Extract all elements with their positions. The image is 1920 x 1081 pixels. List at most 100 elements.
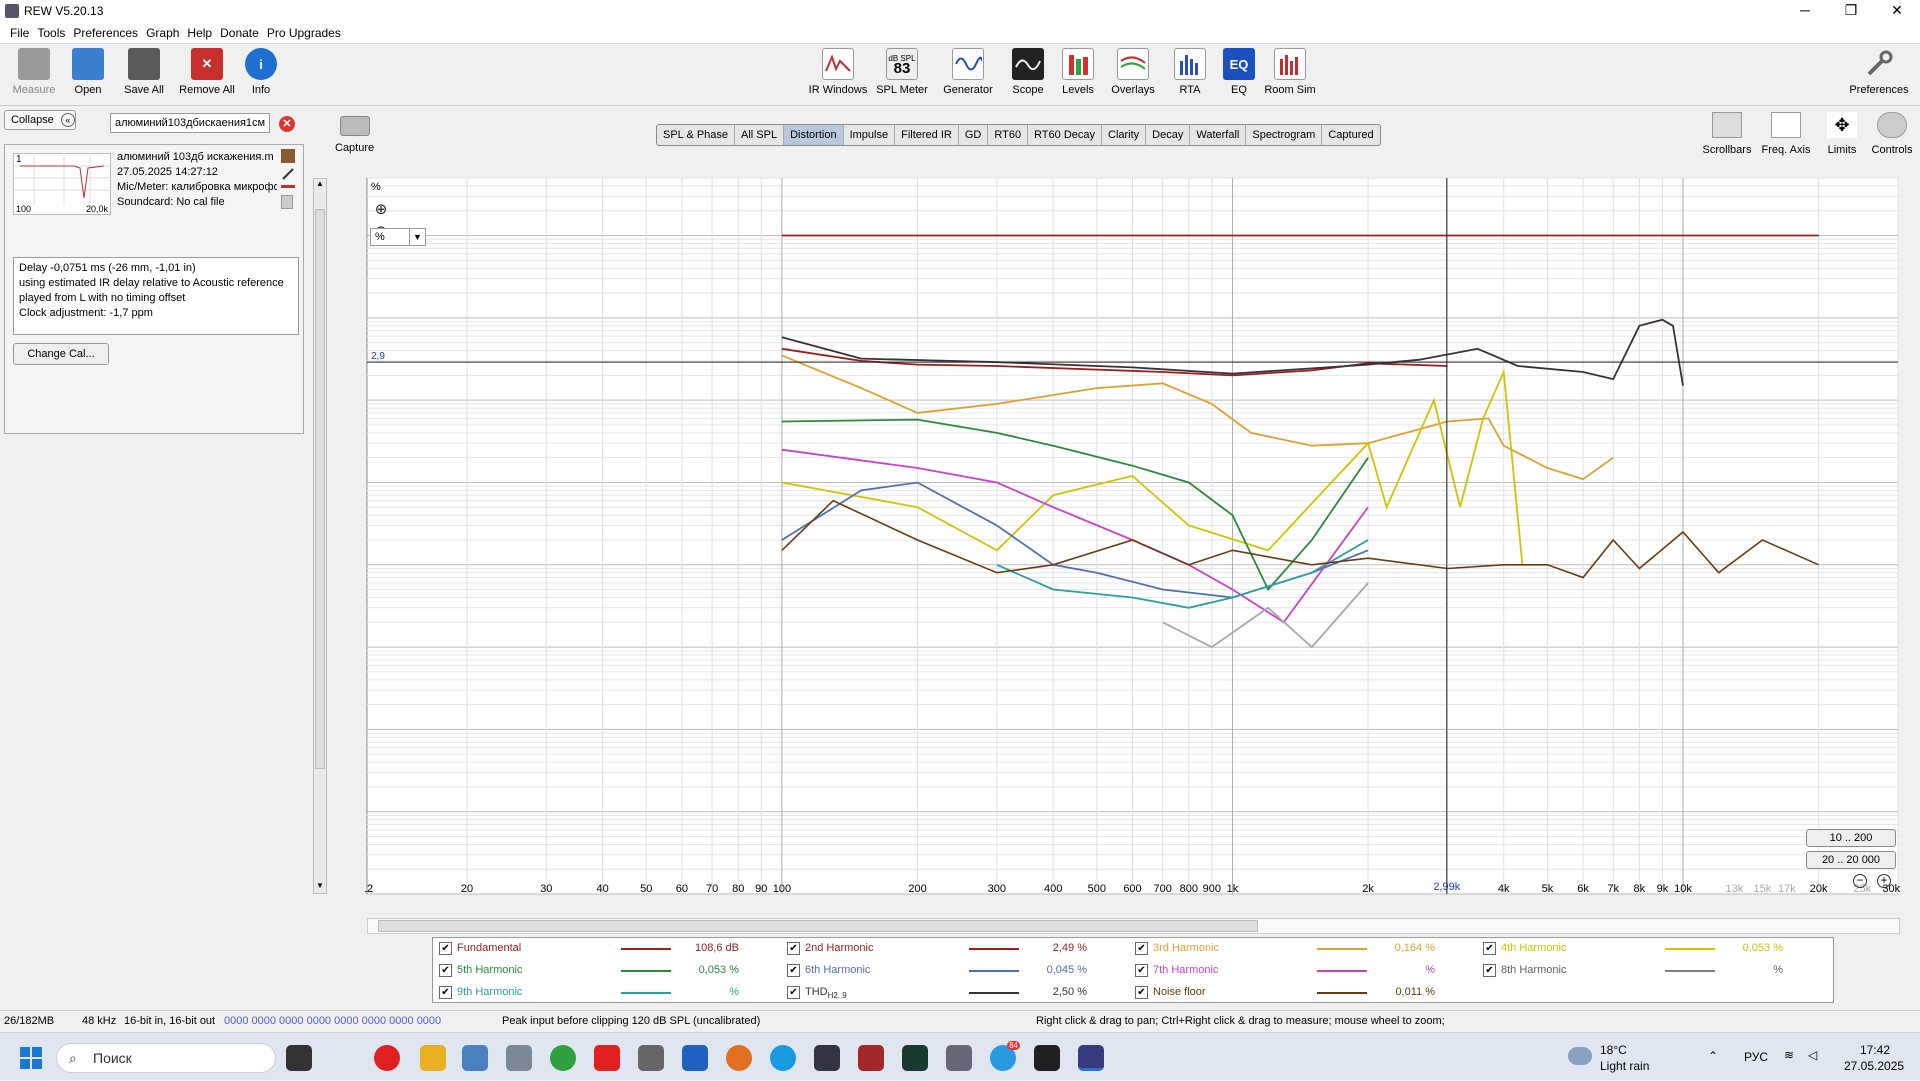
delete-measurement-icon[interactable]: ✕ xyxy=(279,116,295,132)
wifi-icon[interactable]: ≋ xyxy=(1784,1048,1794,1062)
taskbar-search-input[interactable]: ⌕ Поиск xyxy=(56,1043,276,1073)
measurement-thumbnail[interactable]: 1 100 20,0k xyxy=(13,153,111,215)
distortion-chart[interactable]: 2001005020105210,50,20,10,050,020,010,00… xyxy=(335,177,1914,901)
checkbox[interactable]: ✔ xyxy=(1135,964,1148,977)
remove-all-button[interactable]: ✕ Remove All xyxy=(176,48,238,96)
app-icon-3[interactable] xyxy=(1034,1045,1060,1071)
tab-captured[interactable]: Captured xyxy=(1322,125,1379,145)
measurement-name-field[interactable]: алюминий103дбискаения1см xyxy=(110,113,270,133)
menu-graph[interactable]: Graph xyxy=(142,22,183,44)
tab-all-spl[interactable]: All SPL xyxy=(735,125,785,145)
calculator-icon[interactable] xyxy=(506,1045,532,1071)
checkbox[interactable]: ✔ xyxy=(439,942,452,955)
checkbox[interactable]: ✔ xyxy=(439,986,452,999)
legend-5th-harmonic[interactable]: ✔ 5th Harmonic 0,053 % xyxy=(433,960,783,982)
unit-select[interactable]: % ▼ xyxy=(370,228,426,246)
checkbox[interactable]: ✔ xyxy=(1135,942,1148,955)
legend-9th-harmonic[interactable]: ✔ 9th Harmonic% xyxy=(433,982,783,1004)
chevron-up-icon[interactable]: ⌃ xyxy=(1708,1049,1718,1063)
rta-button[interactable]: RTA xyxy=(1170,48,1210,96)
horizontal-scroll-thumb[interactable] xyxy=(378,920,1258,932)
overlays-button[interactable]: Overlays xyxy=(1106,48,1160,96)
menu-help[interactable]: Help xyxy=(183,22,216,44)
legend-8th-harmonic[interactable]: ✔ 8th Harmonic% xyxy=(1477,960,1827,982)
legend-7th-harmonic[interactable]: ✔ 7th Harmonic% xyxy=(1129,960,1479,982)
firefox-icon[interactable] xyxy=(726,1045,752,1071)
legend-thd[interactable]: ✔ THDH2..9 2,50 % xyxy=(781,982,1131,1004)
menu-preferences[interactable]: Preferences xyxy=(69,22,142,44)
checkbox[interactable]: ✔ xyxy=(439,964,452,977)
legend-fundamental[interactable]: ✔ Fundamental 108,6 dB xyxy=(433,938,783,960)
close-button[interactable]: ✕ xyxy=(1874,0,1920,22)
yandex-browser-icon[interactable] xyxy=(374,1045,400,1071)
language-indicator[interactable]: РУС xyxy=(1744,1050,1768,1064)
file-explorer-icon[interactable] xyxy=(420,1045,446,1071)
scroll-up-icon[interactable]: ▲ xyxy=(314,179,326,191)
zoom-in-x-icon[interactable]: + xyxy=(1877,874,1891,888)
horizontal-scrollbar[interactable] xyxy=(367,918,1900,934)
vertical-scroll-thumb[interactable] xyxy=(315,209,325,769)
skype-icon[interactable] xyxy=(770,1045,796,1071)
room-sim-button[interactable]: Room Sim xyxy=(1264,48,1316,96)
edit-measurement-icon[interactable] xyxy=(281,149,295,163)
tab-distortion[interactable]: Distortion xyxy=(784,125,844,145)
rew-taskbar-icon[interactable] xyxy=(1078,1045,1104,1071)
generator-button[interactable]: Generator xyxy=(938,48,998,96)
collapse-button[interactable]: Collapse « xyxy=(4,110,76,130)
menu-donate[interactable]: Donate xyxy=(216,22,263,44)
mixer-icon[interactable] xyxy=(814,1045,840,1071)
measurement-card[interactable]: 1 100 20,0k алюминий 103дб искажения.m 2… xyxy=(4,144,304,434)
tab-clarity[interactable]: Clarity xyxy=(1102,125,1147,145)
spl-meter-button[interactable]: dB SPL 83 SPL Meter xyxy=(874,48,930,96)
notes-app-icon[interactable] xyxy=(682,1045,708,1071)
tab-spl-phase[interactable]: SPL & Phase xyxy=(657,125,736,145)
menu-pro-upgrades[interactable]: Pro Upgrades xyxy=(263,22,345,44)
chevron-down-icon[interactable]: ▼ xyxy=(409,229,425,245)
save-all-button[interactable]: Save All xyxy=(116,48,172,96)
freq-axis-button[interactable]: Freq. Axis xyxy=(1758,112,1814,156)
levels-button[interactable]: Levels xyxy=(1058,48,1098,96)
chrome-icon[interactable] xyxy=(550,1045,576,1071)
tab-rt60-decay[interactable]: RT60 Decay xyxy=(1028,125,1102,145)
task-view-icon[interactable] xyxy=(286,1045,312,1071)
preferences-button[interactable]: Preferences xyxy=(1846,48,1912,96)
scrollbars-button[interactable]: Scrollbars xyxy=(1698,112,1756,156)
menu-file[interactable]: File xyxy=(6,22,33,44)
checkbox[interactable]: ✔ xyxy=(787,964,800,977)
legend-6th-harmonic[interactable]: ✔ 6th Harmonic 0,045 % xyxy=(781,960,1131,982)
legend-3rd-harmonic[interactable]: ✔ 3rd Harmonic 0,164 % xyxy=(1129,938,1479,960)
omega-icon[interactable] xyxy=(638,1045,664,1071)
notes-icon[interactable] xyxy=(281,195,293,209)
scroll-down-icon[interactable]: ▼ xyxy=(314,881,326,893)
checkbox[interactable]: ✔ xyxy=(787,942,800,955)
maximize-button[interactable]: ❐ xyxy=(1828,0,1874,22)
settings-icon[interactable] xyxy=(946,1045,972,1071)
info-button[interactable]: i Info xyxy=(240,48,282,96)
tab-spectrogram[interactable]: Spectrogram xyxy=(1246,125,1323,145)
legend-4th-harmonic[interactable]: ✔ 4th Harmonic 0,053 % xyxy=(1477,938,1827,960)
tab-decay[interactable]: Decay xyxy=(1146,125,1191,145)
limits-button[interactable]: ✥ Limits xyxy=(1818,112,1866,156)
checkbox[interactable]: ✔ xyxy=(1483,964,1496,977)
ir-windows-button[interactable]: IR Windows xyxy=(806,48,870,96)
yandex-icon[interactable] xyxy=(594,1045,620,1071)
open-button[interactable]: Open xyxy=(62,48,114,96)
tab-filtered-ir[interactable]: Filtered IR xyxy=(895,125,959,145)
zoom-in-y-icon[interactable]: ⊕ xyxy=(375,200,388,218)
zoom-out-x-icon[interactable]: − xyxy=(1853,874,1867,888)
scope-button[interactable]: Scope xyxy=(1006,48,1050,96)
pen-icon[interactable] xyxy=(281,167,295,181)
measure-button[interactable]: Measure xyxy=(8,48,60,96)
tab-gd[interactable]: GD xyxy=(959,125,989,145)
zoom-10-200-button[interactable]: 10 .. 200 xyxy=(1806,829,1896,847)
zoom-20-20000-button[interactable]: 20 .. 20 000 xyxy=(1806,851,1896,869)
capture-button[interactable]: Capture xyxy=(335,112,374,154)
menu-tools[interactable]: Tools xyxy=(33,22,69,44)
checkbox[interactable]: ✔ xyxy=(1135,986,1148,999)
change-cal-button[interactable]: Change Cal... xyxy=(13,343,109,365)
terminal-icon[interactable] xyxy=(902,1045,928,1071)
tab-impulse[interactable]: Impulse xyxy=(844,125,896,145)
speaker-muted-icon[interactable]: ◁ xyxy=(1808,1048,1817,1062)
controls-button[interactable]: Controls xyxy=(1866,112,1918,156)
legend-noise-floor[interactable]: ✔ Noise floor 0,011 % xyxy=(1129,982,1479,1004)
